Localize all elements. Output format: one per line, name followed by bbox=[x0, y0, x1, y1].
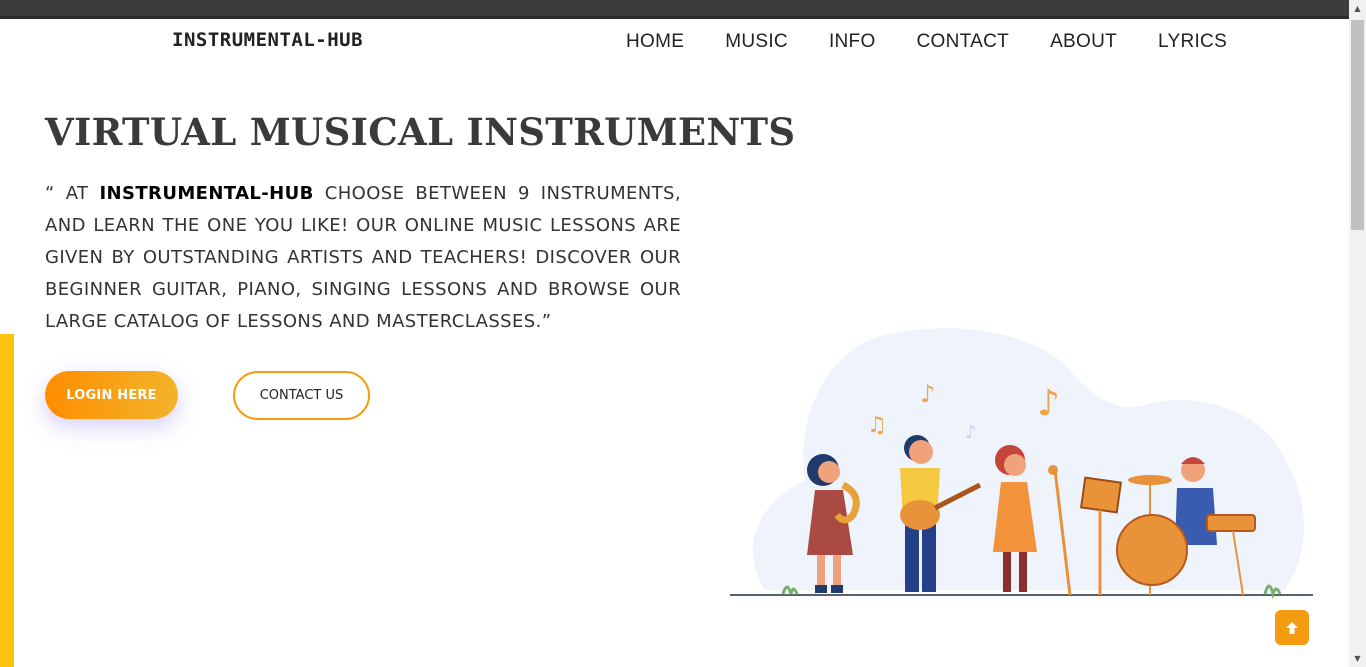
scroll-down-arrow-icon[interactable]: ▼ bbox=[1349, 650, 1366, 667]
nav-home[interactable]: HOME bbox=[626, 31, 684, 53]
nav-about[interactable]: ABOUT bbox=[1050, 31, 1117, 53]
contact-us-button[interactable]: CONTACT US bbox=[233, 371, 370, 420]
scrollbar-thumb[interactable] bbox=[1351, 20, 1364, 230]
nav-music[interactable]: MUSIC bbox=[725, 31, 788, 53]
top-bar-edge bbox=[0, 16, 1366, 19]
back-to-top-button[interactable] bbox=[1275, 610, 1309, 645]
nav-lyrics[interactable]: LYRICS bbox=[1158, 31, 1227, 53]
login-button[interactable]: LOGIN HERE bbox=[45, 371, 178, 419]
browser-top-bar bbox=[0, 0, 1366, 19]
main-nav: HOME MUSIC INFO CONTACT ABOUT LYRICS bbox=[626, 31, 1268, 53]
music-note-icon: ♪ bbox=[1037, 383, 1060, 424]
vertical-scrollbar[interactable]: ▲ ▼ bbox=[1349, 0, 1366, 667]
hero-description: “ AT INSTRUMENTAL-HUB CHOOSE BETWEEN 9 I… bbox=[45, 178, 681, 338]
scroll-up-arrow-icon[interactable]: ▲ bbox=[1349, 0, 1366, 17]
nav-info[interactable]: INFO bbox=[829, 31, 876, 53]
side-accent-bar bbox=[0, 334, 14, 667]
music-note-icon: ♪ bbox=[920, 380, 935, 408]
nav-contact[interactable]: CONTACT bbox=[917, 31, 1010, 53]
band-illustration: ♫ ♪ ♪ ♪ bbox=[730, 328, 1313, 600]
hero-text-body: CHOOSE BETWEEN 9 INSTRUMENTS, AND LEARN … bbox=[45, 183, 681, 332]
music-note-icon: ♫ bbox=[867, 413, 887, 438]
site-logo[interactable]: INSTRUMENTAL-HUB bbox=[172, 29, 363, 51]
hero-title: VIRTUAL MUSICAL INSTRUMENTS bbox=[45, 110, 796, 154]
hero-text-open: “ AT bbox=[45, 183, 100, 204]
music-note-icon: ♪ bbox=[965, 422, 977, 443]
hero-brand-name: INSTRUMENTAL-HUB bbox=[99, 183, 314, 204]
arrow-up-icon bbox=[1286, 621, 1298, 634]
grass-left bbox=[781, 585, 799, 595]
